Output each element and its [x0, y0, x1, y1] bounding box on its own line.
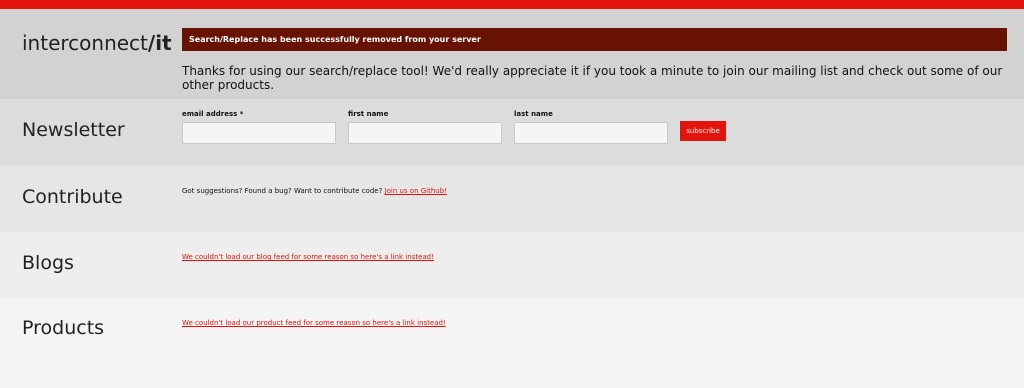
- contribute-title: Contribute: [22, 186, 123, 208]
- email-label: email address *: [182, 110, 244, 118]
- products-content: We couldn't load our product feed for so…: [182, 298, 1024, 388]
- contribute-content: Got suggestions? Found a bug? Want to co…: [182, 166, 1024, 232]
- header-content: Search/Replace has been successfully rem…: [182, 9, 1024, 99]
- first-name-field-group: first name: [348, 110, 502, 144]
- products-section: Products We couldn't load our product fe…: [0, 298, 1024, 388]
- brand-prefix: interconnect: [22, 31, 148, 55]
- products-title: Products: [22, 317, 105, 339]
- email-field[interactable]: [182, 122, 336, 144]
- brand-suffix: it: [155, 31, 172, 55]
- first-name-label: first name: [348, 110, 389, 118]
- blogs-content: We couldn't load our blog feed for some …: [182, 232, 1024, 298]
- last-name-label: last name: [514, 110, 553, 118]
- contribute-section: Contribute Got suggestions? Found a bug?…: [0, 166, 1024, 232]
- newsletter-section: Newsletter email address * first name la…: [0, 99, 1024, 166]
- brand-logo: interconnect/it: [0, 9, 182, 99]
- contribute-text: Got suggestions? Found a bug? Want to co…: [182, 187, 383, 195]
- last-name-field-group: last name: [514, 110, 668, 144]
- product-feed-link[interactable]: We couldn't load our product feed for so…: [182, 319, 446, 327]
- thanks-message: Thanks for using our search/replace tool…: [182, 64, 1003, 92]
- blogs-section: Blogs We couldn't load our blog feed for…: [0, 232, 1024, 298]
- subscribe-button[interactable]: subscribe: [680, 121, 726, 141]
- header-section: interconnect/it Search/Replace has been …: [0, 9, 1024, 99]
- blog-feed-link[interactable]: We couldn't load our blog feed for some …: [182, 253, 434, 261]
- github-link[interactable]: Join us on Github!: [385, 187, 447, 195]
- blogs-title: Blogs: [22, 252, 74, 274]
- last-name-field[interactable]: [514, 122, 668, 144]
- success-notice: Search/Replace has been successfully rem…: [182, 28, 1007, 51]
- newsletter-content: email address * first name last name sub…: [182, 99, 1024, 166]
- email-field-group: email address *: [182, 110, 336, 144]
- newsletter-title: Newsletter: [22, 119, 125, 141]
- newsletter-form: email address * first name last name sub…: [182, 99, 1024, 144]
- first-name-field[interactable]: [348, 122, 502, 144]
- top-accent-bar: [0, 0, 1024, 9]
